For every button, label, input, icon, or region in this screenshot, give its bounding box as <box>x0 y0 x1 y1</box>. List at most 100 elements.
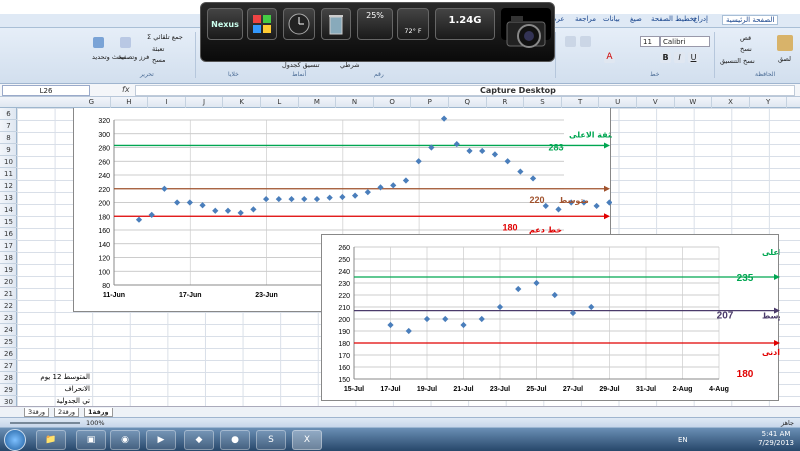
row-header-26[interactable]: 26 <box>0 348 17 360</box>
row-header-24[interactable]: 24 <box>0 324 17 336</box>
row-header-18[interactable]: 18 <box>0 252 17 264</box>
row-header-10[interactable]: 10 <box>0 156 17 168</box>
cpu-meter[interactable]: 25% <box>357 8 393 40</box>
row-header-28[interactable]: 28 <box>0 372 17 384</box>
column-header-U[interactable]: U <box>599 97 637 108</box>
explorer-icon[interactable]: 📁 <box>36 430 66 450</box>
column-header-X[interactable]: X <box>712 97 750 108</box>
sort-filter-button[interactable]: فرز وتصفية <box>118 53 149 61</box>
row-header-9[interactable]: 9 <box>0 144 17 156</box>
tab-data[interactable]: بيانات <box>603 15 620 23</box>
row-header-14[interactable]: 14 <box>0 204 17 216</box>
media-icon[interactable]: ▣ <box>76 430 106 450</box>
row-header-15[interactable]: 15 <box>0 216 17 228</box>
column-header-I[interactable]: I <box>148 97 186 108</box>
column-header-S[interactable]: S <box>524 97 562 108</box>
firefox-icon[interactable]: ● <box>220 430 250 450</box>
weather-widget[interactable]: 72° F <box>397 8 429 40</box>
skype-icon[interactable]: S <box>256 430 286 450</box>
format-painter-button[interactable]: نسخ التنسيق <box>720 57 755 65</box>
zoom-slider[interactable] <box>10 422 80 424</box>
cell-average-label[interactable]: المتوسط 12 يوم <box>40 373 90 381</box>
bold-icon[interactable]: B <box>660 52 671 63</box>
paste-icon[interactable] <box>777 35 793 51</box>
column-header-P[interactable]: P <box>411 97 449 108</box>
italic-icon[interactable]: I <box>674 52 685 63</box>
row-header-6[interactable]: 6 <box>0 108 17 120</box>
column-header-K[interactable]: K <box>223 97 261 108</box>
row-header-8[interactable]: 8 <box>0 132 17 144</box>
row-header-7[interactable]: 7 <box>0 120 17 132</box>
paste-button[interactable]: لصق <box>778 55 791 63</box>
row-header-29[interactable]: 29 <box>0 384 17 396</box>
cell-deviation-label[interactable]: الانحراف <box>65 385 90 393</box>
row-header-22[interactable]: 22 <box>0 300 17 312</box>
zoom-level[interactable]: 100% <box>86 419 105 427</box>
column-header-Y[interactable]: Y <box>750 97 788 108</box>
tab-insert[interactable]: إدراج <box>693 15 708 23</box>
windows-icon[interactable] <box>247 8 277 40</box>
tab-page-layout[interactable]: تخطيط الصفحة <box>651 15 696 23</box>
sheet-tab-1[interactable]: ورقة1 <box>84 408 113 417</box>
cut-button[interactable]: قص <box>740 34 751 42</box>
clear-button[interactable]: مسح <box>152 56 165 64</box>
sheet-tab-3[interactable]: ورقة3 <box>24 408 50 417</box>
row-header-23[interactable]: 23 <box>0 312 17 324</box>
font-color-icon[interactable]: A <box>604 52 615 63</box>
row-header-19[interactable]: 19 <box>0 264 17 276</box>
clock-icon[interactable] <box>283 8 315 40</box>
media-player-icon[interactable]: ▶ <box>146 430 176 450</box>
font-name-box[interactable]: Calibri <box>660 36 710 47</box>
cell-tabular-label[interactable]: تي الجدولية <box>56 397 90 405</box>
column-header-M[interactable]: M <box>299 97 337 108</box>
align-icon[interactable] <box>580 36 591 47</box>
column-header-W[interactable]: W <box>675 97 713 108</box>
column-header-T[interactable]: T <box>562 97 600 108</box>
column-header-H[interactable]: H <box>111 97 149 108</box>
disk-meter[interactable]: 1.24G <box>435 8 495 40</box>
column-header-J[interactable]: J <box>186 97 224 108</box>
fx-icon[interactable]: fx <box>122 85 130 94</box>
formula-input[interactable] <box>135 85 795 96</box>
row-header-27[interactable]: 27 <box>0 360 17 372</box>
align-icon[interactable] <box>565 36 576 47</box>
row-header-21[interactable]: 21 <box>0 288 17 300</box>
autosum-button[interactable]: Σ جمع تلقائي <box>147 33 183 41</box>
fill-button[interactable]: تعبئة <box>152 45 164 53</box>
row-header-13[interactable]: 13 <box>0 192 17 204</box>
chart-2[interactable]: 150 160 170 180 190 200 210 220 230 240 250 260 15-J… <box>321 234 795 401</box>
excel-icon[interactable]: X <box>292 430 322 450</box>
nexus-logo[interactable]: Nexus <box>207 8 243 40</box>
camera-icon[interactable] <box>501 8 551 48</box>
chrome-icon[interactable]: ◉ <box>110 430 140 450</box>
excel-window: عرض مراجعة بيانات صيغ تخطيط الصفحة إدراج… <box>0 0 800 451</box>
row-header-12[interactable]: 12 <box>0 180 17 192</box>
column-header-V[interactable]: V <box>637 97 675 108</box>
system-clock[interactable]: 5:41 AM 7/29/2013 <box>758 430 794 448</box>
tab-review[interactable]: مراجعة <box>575 15 596 23</box>
underline-icon[interactable]: U <box>688 52 699 63</box>
sheet-tab-2[interactable]: ورقة2 <box>54 408 80 417</box>
font-size-box[interactable]: 11 <box>640 36 660 47</box>
tab-formulas[interactable]: صيغ <box>630 15 642 23</box>
row-header-16[interactable]: 16 <box>0 228 17 240</box>
column-header-L[interactable]: L <box>261 97 299 108</box>
row-header-11[interactable]: 11 <box>0 168 17 180</box>
conditional-format-button[interactable]: شرطي <box>340 61 360 69</box>
tab-home[interactable]: الصفحة الرئيسية <box>722 15 779 25</box>
row-header-20[interactable]: 20 <box>0 276 17 288</box>
language-indicator[interactable]: EN <box>678 436 688 444</box>
recycle-bin-icon[interactable] <box>321 8 351 40</box>
row-header-17[interactable]: 17 <box>0 240 17 252</box>
column-header-Q[interactable]: Q <box>449 97 487 108</box>
start-button[interactable] <box>4 429 26 451</box>
copy-button[interactable]: نسخ <box>740 45 752 53</box>
column-header-O[interactable]: O <box>374 97 412 108</box>
column-header-R[interactable]: R <box>487 97 525 108</box>
name-box[interactable]: L26 <box>2 85 90 96</box>
column-header-G[interactable]: G <box>73 97 111 108</box>
format-table-button[interactable]: تنسيق كجدول <box>282 61 320 69</box>
column-header-N[interactable]: N <box>336 97 374 108</box>
visual-studio-icon[interactable]: ◆ <box>184 430 214 450</box>
row-header-25[interactable]: 25 <box>0 336 17 348</box>
